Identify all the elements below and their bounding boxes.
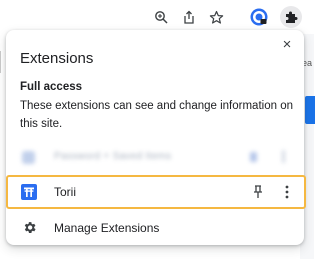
full-access-description: These extensions can see and change info… <box>20 100 293 130</box>
blurred-extension-icon <box>22 151 35 164</box>
pin-icon[interactable] <box>251 183 265 201</box>
gear-icon <box>22 220 37 235</box>
share-icon[interactable] <box>180 8 198 26</box>
blurred-extension-name: Password + Saved Items <box>54 151 172 162</box>
bookmark-star-icon[interactable] <box>207 8 225 26</box>
blurred-pin-icon[interactable] <box>250 152 257 162</box>
zoom-icon[interactable] <box>152 8 170 26</box>
background-button-fragment <box>305 96 315 124</box>
blurred-extension-item[interactable]: Password + Saved Items <box>6 142 304 170</box>
full-access-heading: Full access <box>20 81 83 93</box>
extension-name: Torii <box>54 185 77 199</box>
blurred-more-icon[interactable] <box>282 150 285 163</box>
torii-icon <box>21 184 37 200</box>
more-options-icon[interactable] <box>283 183 291 201</box>
manage-extensions-label: Manage Extensions <box>54 221 160 235</box>
extension-item-torii[interactable]: Torii <box>6 175 306 209</box>
panel-title: Extensions <box>20 50 94 67</box>
profile-icon[interactable] <box>249 7 269 27</box>
extensions-puzzle-icon[interactable] <box>280 6 302 28</box>
manage-extensions-button[interactable]: Manage Extensions <box>6 214 304 242</box>
close-icon[interactable]: × <box>280 37 294 52</box>
browser-toolbar <box>0 0 314 34</box>
extensions-panel: Extensions × Full access These extension… <box>6 30 306 245</box>
